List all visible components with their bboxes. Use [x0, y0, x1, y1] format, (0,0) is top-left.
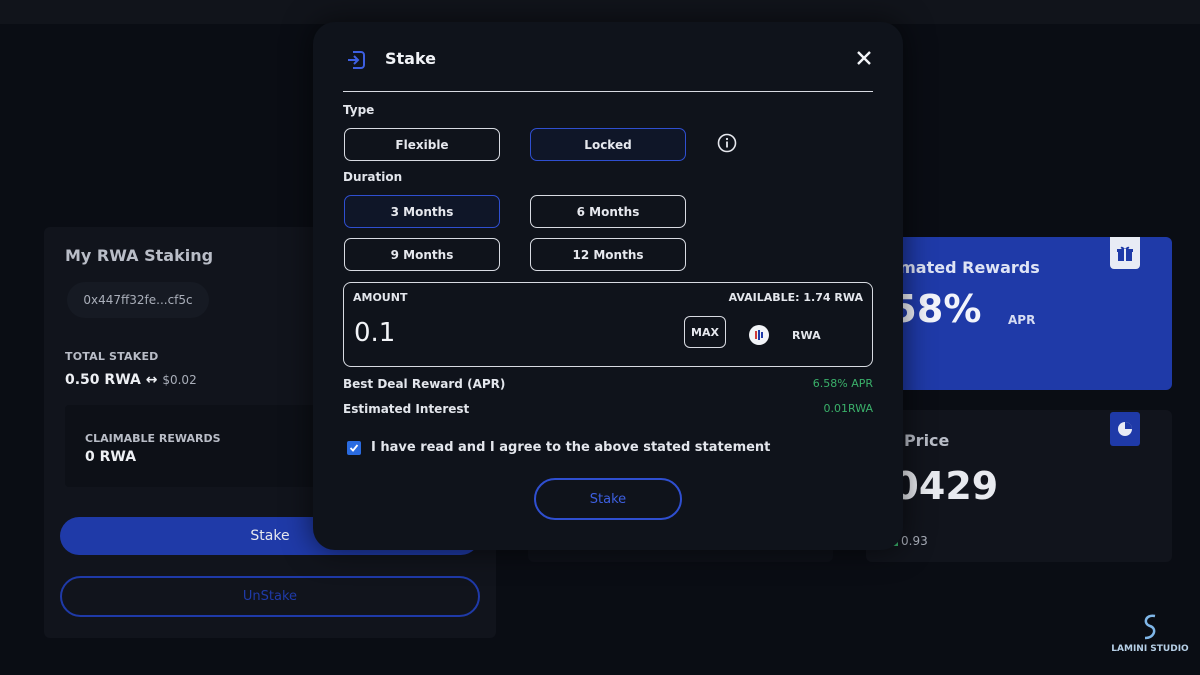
duration-option-12-months[interactable]: 12 Months: [530, 238, 686, 271]
price-change-value: 0.93: [901, 534, 928, 548]
card-title: My RWA Staking: [65, 246, 214, 265]
top-bar: [0, 0, 1200, 24]
amount-label: AMOUNT: [353, 291, 408, 304]
best-deal-row: Best Deal Reward (APR) 6.58% APR: [343, 377, 873, 391]
stake-modal: Stake Type Flexible Locked Duration 3 Mo…: [313, 22, 903, 550]
gift-icon: [1110, 237, 1140, 269]
modal-title: Stake: [385, 49, 437, 68]
rwa-token-icon: [749, 325, 769, 345]
agree-text: I have read and I agree to the above sta…: [371, 440, 771, 455]
token-name: RWA: [792, 329, 821, 342]
duration-option-3-months[interactable]: 3 Months: [344, 195, 500, 228]
max-button[interactable]: MAX: [684, 316, 726, 348]
rwa-price-card: A Price .0429 0.93: [866, 410, 1172, 562]
lamini-studio-watermark: LAMINI STUDIO: [1108, 612, 1192, 670]
duration-option-6-months[interactable]: 6 Months: [530, 195, 686, 228]
best-deal-label: Best Deal Reward (APR): [343, 377, 506, 391]
submit-stake-button[interactable]: Stake: [534, 478, 682, 520]
rewards-title: timated Rewards: [886, 258, 1040, 277]
interest-label: Estimated Interest: [343, 402, 470, 416]
total-staked-value: 0.50 RWA ↔ $0.02: [65, 372, 197, 388]
interest-row: Estimated Interest 0.01RWA: [343, 402, 873, 416]
unstake-button[interactable]: UnStake: [60, 576, 480, 617]
claimable-value: 0 RWA: [85, 449, 137, 465]
wallet-address-chip[interactable]: 0x447ff32fe...cf5c: [67, 282, 209, 318]
duration-option-9-months[interactable]: 9 Months: [344, 238, 500, 271]
interest-value: 0.01RWA: [823, 402, 874, 415]
pie-chart-icon: [1110, 412, 1140, 446]
claimable-label: CLAIMABLE REWARDS: [85, 432, 221, 445]
best-deal-value: 6.58% APR: [812, 377, 873, 390]
amount-box: AMOUNT AVAILABLE: 1.74 RWA MAX RWA: [343, 282, 873, 367]
close-icon[interactable]: [855, 49, 873, 71]
amount-input[interactable]: [354, 315, 654, 351]
rewards-unit: APR: [1008, 313, 1036, 327]
agreement-row: I have read and I agree to the above sta…: [347, 440, 770, 455]
agree-checkbox[interactable]: [347, 440, 361, 455]
available-balance: AVAILABLE: 1.74 RWA: [728, 291, 863, 304]
total-staked-label: TOTAL STAKED: [65, 350, 159, 363]
estimated-rewards-card: timated Rewards .58% APR: [866, 237, 1172, 390]
total-staked-usd: $0.02: [162, 373, 197, 387]
watermark-logo: [1144, 614, 1156, 640]
type-option-locked[interactable]: Locked: [530, 128, 686, 161]
stake-icon: [345, 49, 367, 75]
check-icon: [349, 443, 359, 452]
modal-header: Stake: [343, 46, 873, 92]
type-option-flexible[interactable]: Flexible: [344, 128, 500, 161]
info-icon[interactable]: [717, 133, 737, 157]
total-staked-amount: 0.50 RWA: [65, 372, 141, 388]
duration-label: Duration: [343, 170, 403, 184]
type-label: Type: [343, 103, 375, 117]
swap-arrows-icon: ↔: [145, 372, 158, 388]
watermark-text: LAMINI STUDIO: [1111, 644, 1189, 654]
